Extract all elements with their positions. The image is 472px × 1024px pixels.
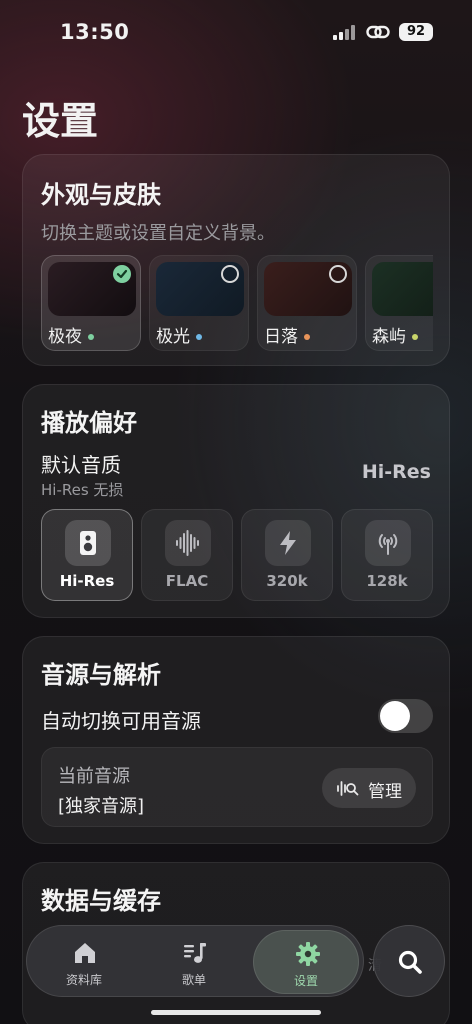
quality-option-hires[interactable]: Hi-Res — [41, 509, 133, 601]
auto-switch-label: 自动切换可用音源 — [41, 709, 201, 733]
audio-search-icon — [337, 781, 359, 796]
status-time: 13:50 — [60, 20, 130, 44]
manage-button-label: 管理 — [368, 782, 402, 802]
current-source-box: 当前音源 [独家音源] 管理 — [41, 747, 433, 827]
nav-label: 歌单 — [181, 973, 206, 987]
manage-button[interactable]: 管理 — [322, 768, 416, 808]
nav-item-settings[interactable]: 设置 — [253, 930, 359, 994]
quality-sublabel: Hi-Res 无损 — [41, 481, 124, 499]
theme-swatch — [372, 262, 433, 316]
appearance-card: 外观与皮肤 切换主题或设置自定义背景。 极夜 极光 日落 森屿 — [22, 154, 450, 366]
theme-name: 极光 — [156, 322, 202, 347]
auto-switch-toggle[interactable] — [378, 699, 433, 733]
current-source-value: [独家音源] — [58, 796, 145, 817]
gear-icon — [296, 942, 320, 966]
theme-dot — [412, 334, 418, 340]
appearance-subtitle: 切换主题或设置自定义背景。 — [41, 223, 275, 244]
theme-dot — [88, 334, 94, 340]
theme-dot — [196, 334, 202, 340]
nav-item-library[interactable]: 资料库 — [31, 930, 137, 994]
quality-option-label: 128k — [366, 572, 408, 590]
signal-icon — [333, 25, 355, 40]
current-source-label: 当前音源 — [58, 766, 130, 787]
quality-option-320k[interactable]: 320k — [241, 509, 333, 601]
toggle-knob — [380, 701, 410, 731]
quality-option-label: FLAC — [165, 572, 209, 590]
quality-value: Hi-Res — [361, 461, 431, 483]
playback-title: 播放偏好 — [41, 409, 137, 437]
quality-option-flac[interactable]: FLAC — [141, 509, 233, 601]
theme-list: 极夜 极光 日落 森屿 — [41, 255, 433, 351]
playback-card: 播放偏好 默认音质 Hi-Res 无损 Hi-Res Hi-Res FLAC 3… — [22, 384, 450, 618]
radio-icon — [221, 265, 239, 283]
nav-item-playlist[interactable]: 歌单 — [141, 930, 247, 994]
theme-option-jiguang[interactable]: 极光 — [149, 255, 249, 351]
home-icon — [75, 943, 95, 963]
status-bar: 13:50 92 — [0, 0, 472, 62]
theme-dot — [304, 334, 310, 340]
battery-indicator: 92 — [399, 23, 433, 41]
theme-option-riluo[interactable]: 日落 — [257, 255, 357, 351]
playlist-icon — [184, 943, 206, 963]
waveform-icon — [165, 520, 211, 566]
data-cache-title: 数据与缓存 — [41, 887, 161, 915]
antenna-icon — [365, 520, 411, 566]
quality-label: 默认音质 — [41, 453, 121, 477]
appearance-title: 外观与皮肤 — [41, 181, 161, 209]
theme-option-jiye[interactable]: 极夜 — [41, 255, 141, 351]
source-card: 音源与解析 自动切换可用音源 当前音源 [独家音源] 管理 — [22, 636, 450, 844]
page-title: 设置 — [22, 99, 99, 143]
search-button[interactable] — [373, 925, 445, 997]
search-icon — [398, 950, 422, 974]
bottom-nav: 资料库 歌单 设置 — [26, 925, 364, 997]
source-title: 音源与解析 — [41, 661, 161, 689]
nav-label: 设置 — [293, 974, 318, 988]
nav-label: 资料库 — [65, 973, 102, 987]
radio-icon — [329, 265, 347, 283]
quality-option-label: Hi-Res — [59, 572, 115, 590]
quality-option-label: 320k — [266, 572, 308, 590]
theme-name: 森屿 — [372, 322, 418, 347]
theme-name: 极夜 — [48, 322, 94, 347]
home-indicator — [151, 1010, 321, 1015]
speaker-icon — [65, 520, 111, 566]
link-icon — [366, 25, 390, 39]
check-icon — [113, 265, 131, 283]
quality-option-128k[interactable]: 128k — [341, 509, 433, 601]
theme-option-senyu[interactable]: 森屿 — [365, 255, 433, 351]
theme-name: 日落 — [264, 322, 310, 347]
bolt-icon — [265, 520, 311, 566]
